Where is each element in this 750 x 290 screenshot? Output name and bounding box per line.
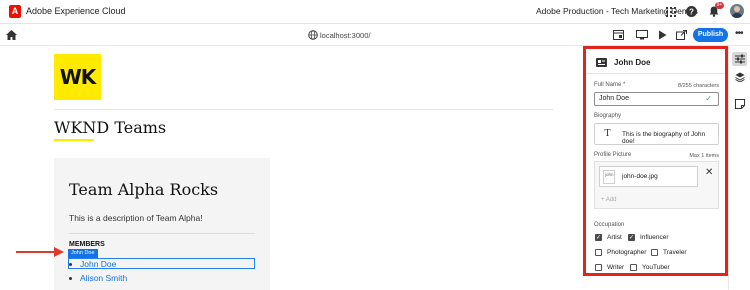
checkbox-youtuber[interactable] [630,264,637,271]
asset-item[interactable]: john john-doe.jpg [599,166,698,187]
full-name-value: John Doe [599,95,629,102]
char-counter: 8/255 characters [678,83,719,89]
notification-badge: 9+ [715,2,724,9]
checkbox-label: Writer [607,264,625,271]
adobe-logo[interactable]: A [9,5,21,18]
members-heading: MEMBERS [69,241,105,248]
sliders-icon [734,54,745,64]
team-title[interactable]: Team Alpha Rocks [69,180,218,199]
team-description[interactable]: This is a description of Team Alpha! [69,213,203,223]
checkbox-artist[interactable]: ✓ [595,234,602,241]
biography-field[interactable]: T This is the biography of John doe! [594,123,719,145]
home-icon[interactable] [5,28,18,41]
app-name: Adobe Experience Cloud [26,6,126,16]
full-name-label: Full Name * [594,82,626,88]
checkbox-traveler[interactable] [651,249,658,256]
properties-rail-button[interactable] [732,52,747,66]
checkbox-label: Traveler [663,249,687,256]
checkbox-photographer[interactable] [595,249,602,256]
member-link[interactable]: John Doe [80,259,116,269]
avatar[interactable] [730,4,744,18]
asset-file-name: john-doe.jpg [622,173,658,180]
title-underline [54,139,94,141]
biography-label: Biography [594,113,622,119]
checkbox-influencer[interactable]: ✓ [628,234,635,241]
selected-component-tag: John Doe [68,249,98,258]
card-divider [69,233,255,234]
header-divider [54,109,553,110]
top-bar: A Adobe Experience Cloud Adobe Productio… [0,0,750,24]
publish-button[interactable]: Publish [693,28,728,42]
valid-check-icon: ✓ [705,94,712,103]
annotation-arrow [16,251,56,253]
checkbox-label: Influencer [640,234,669,241]
content-fragment-icon [596,58,607,67]
panel-title: John Doe [614,58,651,67]
checkbox-writer[interactable] [595,264,602,271]
page-title[interactable]: WKND Teams [54,118,166,137]
add-asset-button[interactable]: + Add [601,197,617,203]
editor-toolbar: localhost:3000/ Publish ••• [0,24,750,46]
desktop-emulator-icon[interactable] [635,28,648,41]
profile-picture-field: john john-doe.jpg ✕ + Add [594,161,719,209]
required-mark: * [623,82,626,88]
full-name-field[interactable]: John Doe ✓ [594,92,719,106]
panel-divider [586,73,725,74]
occupation-label: Occupation [594,222,625,228]
bell-icon[interactable]: 9+ [707,2,724,18]
remove-asset-icon[interactable]: ✕ [705,167,713,178]
wknd-logo: WK [54,54,101,100]
open-properties-icon[interactable] [612,28,625,41]
properties-panel: John Doe Full Name * 8/255 characters Jo… [583,46,728,276]
checkbox-label: Artist [607,234,622,241]
layers-icon [734,72,745,82]
list-bullet [69,263,72,266]
note-icon [734,99,745,109]
annotations-rail-button[interactable] [732,97,747,111]
globe-icon [306,28,319,41]
member-link[interactable]: Alison Smith [80,273,127,283]
team-card[interactable]: Team Alpha Rocks This is a description o… [54,158,270,290]
text-format-icon[interactable]: T [601,128,614,141]
checkbox-label: YouTuber [642,264,670,271]
checkbox-label: Photographer [607,249,647,256]
list-bullet [69,277,72,280]
max-items-hint: Max 1 items [689,153,719,159]
apps-grid-icon[interactable] [664,5,677,18]
more-options-icon[interactable]: ••• [735,28,743,39]
asset-thumbnail: john [603,170,615,184]
svg-text:?: ? [689,7,694,16]
layers-rail-button[interactable] [732,70,747,84]
biography-value: This is the biography of John doe! [622,131,706,145]
help-icon[interactable]: ? [685,5,698,18]
panel-header: John Doe [596,57,721,69]
preview-play-icon[interactable] [656,28,669,41]
annotation-arrow-head [54,247,64,257]
page-url[interactable]: localhost:3000/ [320,31,370,40]
profile-picture-label: Profile Picture [594,152,632,158]
right-rail [728,46,750,290]
open-in-new-icon[interactable] [675,28,688,41]
